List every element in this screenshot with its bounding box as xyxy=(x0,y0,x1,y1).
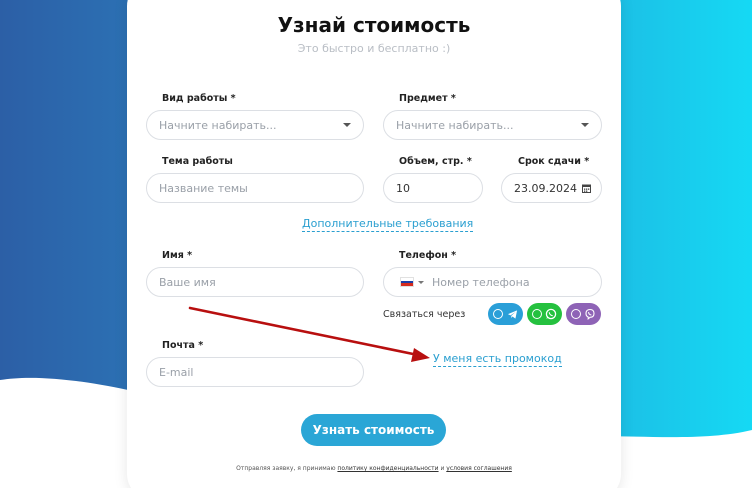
whatsapp-icon xyxy=(545,308,557,320)
radio-ring xyxy=(532,309,542,319)
volume-input[interactable]: 10 xyxy=(383,173,483,203)
cost-form-card: Узнай стоимость Это быстро и бесплатно :… xyxy=(127,0,621,488)
name-input[interactable]: Ваше имя xyxy=(146,267,364,297)
viber-toggle[interactable] xyxy=(566,303,601,325)
subject-select[interactable]: Начните набирать... xyxy=(383,110,602,140)
name-placeholder: Ваше имя xyxy=(159,275,216,289)
topic-placeholder: Название темы xyxy=(159,181,248,195)
email-placeholder: E-mail xyxy=(159,365,194,379)
telegram-toggle[interactable] xyxy=(488,303,523,325)
deadline-input[interactable]: 23.09.2024 xyxy=(501,173,602,203)
email-label: Почта * xyxy=(162,340,204,351)
subject-placeholder: Начните набирать... xyxy=(396,118,514,132)
phone-placeholder: Номер телефона xyxy=(432,275,530,289)
form-title: Узнай стоимость xyxy=(277,13,471,37)
russia-flag-icon[interactable] xyxy=(400,277,414,287)
phone-label: Телефон * xyxy=(399,250,457,261)
consent-text: Отправляя заявку, я принимаю политику ко… xyxy=(127,465,621,472)
chevron-down-icon[interactable] xyxy=(418,280,424,284)
email-input[interactable]: E-mail xyxy=(146,357,364,387)
promo-code-link[interactable]: У меня есть промокод xyxy=(433,352,562,367)
radio-ring xyxy=(493,309,503,319)
viber-icon xyxy=(585,308,595,320)
deadline-label: Срок сдачи * xyxy=(518,156,590,167)
work-type-placeholder: Начните набирать... xyxy=(159,118,277,132)
volume-value: 10 xyxy=(396,181,410,195)
topic-input[interactable]: Название темы xyxy=(146,173,364,203)
get-price-button[interactable]: Узнать стоимость xyxy=(301,414,446,446)
consent-prefix: Отправляя заявку, я принимаю xyxy=(236,465,338,472)
radio-ring xyxy=(571,309,581,319)
whatsapp-toggle[interactable] xyxy=(527,303,562,325)
name-label: Имя * xyxy=(162,250,193,261)
work-type-select[interactable]: Начните набирать... xyxy=(146,110,364,140)
form-subtitle: Это быстро и бесплатно :) xyxy=(297,42,451,55)
privacy-policy-link[interactable]: политику конфиденциальности xyxy=(337,465,438,472)
volume-label: Объем, стр. * xyxy=(399,156,472,167)
deadline-value: 23.09.2024 xyxy=(514,181,577,195)
telegram-icon xyxy=(507,309,518,319)
chevron-down-icon xyxy=(343,123,351,127)
topic-label: Тема работы xyxy=(162,156,233,167)
extra-requirements-link[interactable]: Дополнительные требования xyxy=(302,217,474,232)
calendar-icon[interactable] xyxy=(582,184,591,193)
chevron-down-icon xyxy=(581,123,589,127)
contact-via-label: Связаться через xyxy=(383,309,466,320)
terms-link[interactable]: условия соглашения xyxy=(446,465,512,472)
work-type-label: Вид работы * xyxy=(162,93,236,104)
subject-label: Предмет * xyxy=(399,93,456,104)
phone-input[interactable]: Номер телефона xyxy=(383,267,602,297)
